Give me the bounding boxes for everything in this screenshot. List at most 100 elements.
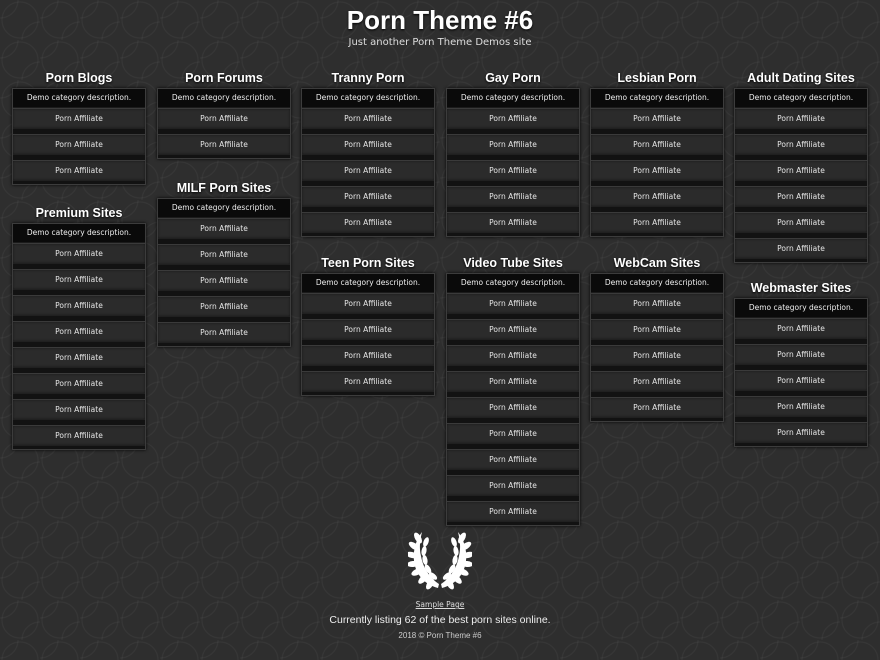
category-description: Demo category description. (591, 89, 723, 109)
site-link[interactable]: Porn Affiliate (13, 399, 145, 421)
category-description: Demo category description. (447, 89, 579, 109)
site-link[interactable]: Porn Affiliate (735, 344, 867, 366)
site-link[interactable]: Porn Affiliate (158, 108, 290, 130)
site-link[interactable]: Porn Affiliate (302, 134, 434, 156)
site-link[interactable]: Porn Affiliate (158, 270, 290, 292)
category-description: Demo category description. (13, 224, 145, 244)
site-link[interactable]: Porn Affiliate (13, 373, 145, 395)
site-link[interactable]: Porn Affiliate (447, 501, 579, 523)
site-link[interactable]: Porn Affiliate (13, 160, 145, 182)
site-link[interactable]: Porn Affiliate (447, 186, 579, 208)
category-description: Demo category description. (302, 274, 434, 294)
site-link[interactable]: Porn Affiliate (13, 243, 145, 265)
category-description: Demo category description. (447, 274, 579, 294)
site-link[interactable]: Porn Affiliate (735, 318, 867, 340)
site-link[interactable]: Porn Affiliate (447, 397, 579, 419)
category-description: Demo category description. (158, 199, 290, 219)
site-link[interactable]: Porn Affiliate (13, 347, 145, 369)
site-link[interactable]: Porn Affiliate (447, 319, 579, 341)
category-title[interactable]: MILF Porn Sites (157, 181, 291, 195)
site-link[interactable]: Porn Affiliate (735, 186, 867, 208)
category-title[interactable]: Adult Dating Sites (734, 71, 868, 85)
category-title[interactable]: Porn Blogs (12, 71, 146, 85)
site-link[interactable]: Porn Affiliate (591, 186, 723, 208)
site-link[interactable]: Porn Affiliate (735, 422, 867, 444)
site-footer: Sample Page Currently listing 62 of the … (0, 528, 880, 640)
site-link[interactable]: Porn Affiliate (302, 160, 434, 182)
site-link[interactable]: Porn Affiliate (591, 345, 723, 367)
site-link[interactable]: Porn Affiliate (13, 269, 145, 291)
category-tranny-porn: Tranny Porn Demo category description. Por… (301, 61, 435, 238)
category-list: Demo category description. Porn Affiliate… (734, 298, 868, 448)
category-title[interactable]: Lesbian Porn (590, 71, 724, 85)
site-link[interactable]: Porn Affiliate (735, 134, 867, 156)
site-link[interactable]: Porn Affiliate (447, 160, 579, 182)
site-link[interactable]: Porn Affiliate (735, 396, 867, 418)
site-link[interactable]: Porn Affiliate (447, 475, 579, 497)
laurel-wreath-icon (408, 532, 472, 590)
site-link[interactable]: Porn Affiliate (447, 449, 579, 471)
category-title[interactable]: Porn Forums (157, 71, 291, 85)
site-link[interactable]: Porn Affiliate (158, 218, 290, 240)
site-link[interactable]: Porn Affiliate (447, 134, 579, 156)
site-link[interactable]: Porn Affiliate (735, 370, 867, 392)
site-link[interactable]: Porn Affiliate (735, 238, 867, 260)
site-link[interactable]: Porn Affiliate (158, 296, 290, 318)
site-link[interactable]: Porn Affiliate (302, 186, 434, 208)
category-title[interactable]: Teen Porn Sites (301, 256, 435, 270)
site-link[interactable]: Porn Affiliate (302, 212, 434, 234)
site-link[interactable]: Porn Affiliate (591, 212, 723, 234)
copyright-text: 2018 © Porn Theme #6 (398, 631, 482, 640)
site-link[interactable]: Porn Affiliate (591, 397, 723, 419)
category-video-tube-sites: Video Tube Sites Demo category descriptio… (446, 246, 580, 527)
site-link[interactable]: Porn Affiliate (302, 345, 434, 367)
category-description: Demo category description. (302, 89, 434, 109)
site-link[interactable]: Porn Affiliate (13, 321, 145, 343)
category-title[interactable]: Premium Sites (12, 206, 146, 220)
sample-page-link[interactable]: Sample Page (416, 600, 465, 609)
site-header: Porn Theme #6 Just another Porn Theme De… (0, 4, 880, 48)
category-title[interactable]: Gay Porn (446, 71, 580, 85)
site-link[interactable]: Porn Affiliate (447, 371, 579, 393)
category-milf-porn-sites: MILF Porn Sites Demo category description… (157, 171, 291, 348)
site-link[interactable]: Porn Affiliate (302, 319, 434, 341)
site-link[interactable]: Porn Affiliate (591, 319, 723, 341)
site-link[interactable]: Porn Affiliate (13, 108, 145, 130)
site-link[interactable]: Porn Affiliate (591, 160, 723, 182)
site-link[interactable]: Porn Affiliate (13, 425, 145, 447)
category-description: Demo category description. (13, 89, 145, 109)
category-description: Demo category description. (591, 274, 723, 294)
site-title[interactable]: Porn Theme #6 (0, 4, 880, 36)
site-link[interactable]: Porn Affiliate (735, 212, 867, 234)
site-link[interactable]: Porn Affiliate (447, 423, 579, 445)
site-link[interactable]: Porn Affiliate (447, 293, 579, 315)
category-list: Demo category description. Porn Affiliate… (157, 198, 291, 348)
category-title[interactable]: WebCam Sites (590, 256, 724, 270)
category-list: Demo category description. Porn Affiliate… (590, 273, 724, 423)
category-title[interactable]: Webmaster Sites (734, 281, 868, 295)
site-link[interactable]: Porn Affiliate (302, 108, 434, 130)
category-list: Demo category description. Porn Affiliate… (301, 88, 435, 238)
category-list: Demo category description. Porn Affiliate… (12, 223, 146, 451)
category-list: Demo category description. Porn Affiliate… (446, 88, 580, 238)
category-webmaster-sites: Webmaster Sites Demo category description… (734, 271, 868, 448)
site-link[interactable]: Porn Affiliate (735, 160, 867, 182)
site-link[interactable]: Porn Affiliate (591, 108, 723, 130)
site-link[interactable]: Porn Affiliate (302, 293, 434, 315)
site-link[interactable]: Porn Affiliate (302, 371, 434, 393)
category-title[interactable]: Video Tube Sites (446, 256, 580, 270)
site-link[interactable]: Porn Affiliate (447, 212, 579, 234)
site-link[interactable]: Porn Affiliate (158, 134, 290, 156)
site-link[interactable]: Porn Affiliate (591, 293, 723, 315)
site-link[interactable]: Porn Affiliate (158, 322, 290, 344)
site-link[interactable]: Porn Affiliate (735, 108, 867, 130)
site-link[interactable]: Porn Affiliate (591, 134, 723, 156)
site-link[interactable]: Porn Affiliate (447, 108, 579, 130)
site-link[interactable]: Porn Affiliate (13, 295, 145, 317)
site-link[interactable]: Porn Affiliate (591, 371, 723, 393)
site-link[interactable]: Porn Affiliate (13, 134, 145, 156)
site-link[interactable]: Porn Affiliate (158, 244, 290, 266)
category-teen-porn-sites: Teen Porn Sites Demo category description… (301, 246, 435, 397)
category-title[interactable]: Tranny Porn (301, 71, 435, 85)
site-link[interactable]: Porn Affiliate (447, 345, 579, 367)
